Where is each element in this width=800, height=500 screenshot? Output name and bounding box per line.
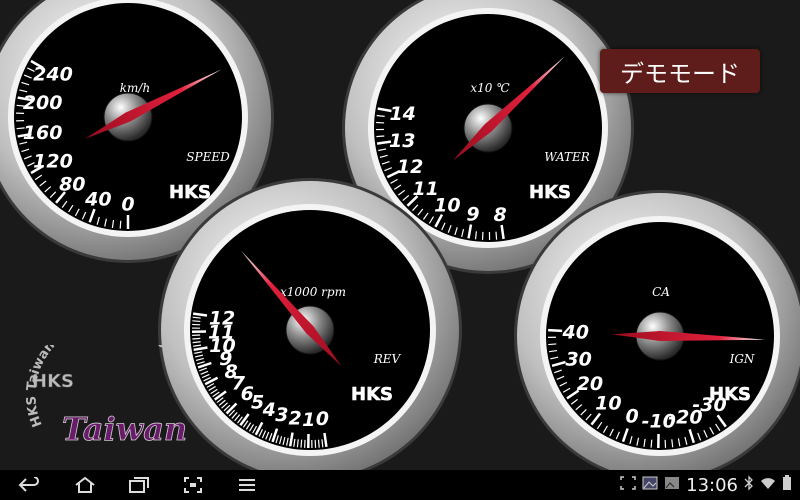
wifi-icon: [760, 475, 776, 495]
screenshot-icon: [620, 475, 636, 495]
photo-icon: [664, 475, 680, 495]
tick-label: 1: [302, 409, 315, 431]
tick-label: 2: [288, 408, 301, 430]
tick-label: 10: [595, 393, 621, 415]
tick-label: 14: [389, 103, 415, 125]
gauge-label: IGN: [729, 352, 755, 366]
hks-logo: HKS: [169, 182, 211, 203]
tick-label: 9: [466, 203, 479, 225]
minor-tick: [119, 220, 122, 229]
minor-tick: [192, 320, 201, 323]
hks-logo: HKS: [529, 182, 571, 203]
gauge-label: WATER: [544, 150, 590, 164]
menu-icon[interactable]: [226, 470, 268, 500]
tick-label: 0: [316, 408, 329, 430]
minor-tick: [317, 439, 320, 448]
image-icon: [642, 475, 658, 495]
hks-logo: HKS: [709, 384, 751, 405]
minor-tick: [548, 343, 557, 346]
tick-label: 0: [626, 406, 639, 428]
clock-time: 13:06: [686, 474, 738, 496]
recent-apps-icon[interactable]: [118, 470, 160, 500]
tick-label: 120: [33, 150, 73, 172]
tick-label: 0: [121, 194, 134, 216]
status-area: 13:06: [620, 470, 792, 500]
system-nav-bar: 13:06: [0, 470, 800, 500]
tick-label: 13: [389, 130, 415, 152]
gauge-label: SPEED: [186, 150, 230, 164]
rev-gauge: 0123456789101112x1000 rpmREVHKS: [158, 178, 462, 470]
gauge-label: REV: [373, 352, 402, 366]
tick-label: 240: [33, 64, 73, 86]
tick-label: 40: [562, 322, 589, 344]
gauge-unit: x1000 rpm: [280, 285, 346, 299]
screenshot-icon[interactable]: [172, 470, 214, 500]
minor-tick: [495, 231, 498, 240]
minor-tick: [376, 135, 385, 138]
demo-mode-badge[interactable]: デモモード: [600, 49, 760, 93]
major-tick: [548, 328, 563, 333]
minor-tick: [300, 439, 303, 448]
minor-tick: [192, 337, 201, 340]
tick-label: -10: [642, 410, 676, 432]
tick-label: 40: [84, 188, 111, 210]
tick-label: 12: [397, 156, 423, 178]
bluetooth-icon: [744, 474, 754, 496]
tick-label: 11: [412, 178, 438, 200]
gauge-unit: x10 ℃: [470, 81, 510, 95]
tick-label: 12: [209, 308, 235, 330]
tick-label: 8: [493, 204, 506, 226]
watermark-logo: Taiwan: [62, 410, 187, 448]
tick-label: 30: [565, 348, 591, 370]
tick-label: 20: [577, 373, 603, 395]
minor-tick: [296, 439, 299, 448]
hks-logo: HKS: [351, 384, 393, 405]
tick-label: 80: [59, 173, 85, 195]
home-icon[interactable]: [64, 470, 106, 500]
tick-label: 3: [275, 404, 288, 426]
dashboard: 0 40 80 120 160 200 240 km/h SPEED HKS 8 9 10 11 12 13…: [0, 0, 800, 470]
gauge-unit: CA: [652, 285, 670, 299]
tick-label: 160: [23, 122, 63, 144]
battery-icon: [782, 474, 792, 496]
hks-taiwan-watermark: HKS Taiwan HKS Taiwan-Chang Heart Corp: [24, 345, 187, 448]
minor-tick: [650, 439, 653, 448]
tick-label: 200: [23, 92, 63, 114]
minor-tick: [192, 341, 201, 344]
back-icon[interactable]: [8, 470, 50, 500]
